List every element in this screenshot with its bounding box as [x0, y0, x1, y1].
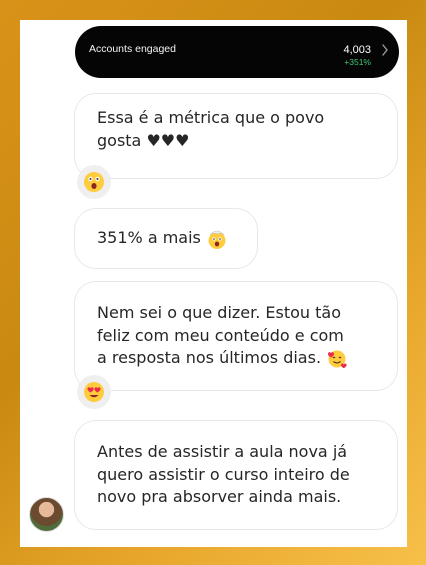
message-line: gosta ♥♥♥: [97, 130, 190, 150]
heart-eyes-face-icon: [84, 382, 104, 402]
stat-label: Accounts engaged: [89, 43, 176, 55]
shared-insights-card[interactable]: Accounts engaged 4,003 +351%: [75, 26, 399, 78]
message-line: 351% a mais: [97, 228, 201, 247]
avatar[interactable]: [29, 497, 64, 532]
message-line: a resposta nos últimos dias.: [97, 348, 322, 367]
stat-delta: +351%: [344, 57, 371, 67]
smiling-face-with-hearts-icon: [328, 350, 347, 368]
message-line: feliz com meu conteúdo e com: [97, 325, 344, 345]
message-line: Antes de assistir a aula nova já: [97, 442, 348, 461]
message-bubble[interactable]: Nem sei o que dizer. Estou tão feliz com…: [74, 281, 398, 391]
conversation-panel: Accounts engaged 4,003 +351% Essa é a mé…: [20, 20, 407, 547]
mind-blown-face-icon: [208, 230, 226, 249]
message-line: Nem sei o que dizer. Estou tão: [97, 303, 342, 322]
message-bubble[interactable]: Essa é a métrica que o povo gosta ♥♥♥: [74, 93, 398, 179]
message-line: quero assistir o curso inteiro de: [97, 464, 350, 484]
reaction-badge[interactable]: [77, 375, 111, 409]
message-bubble[interactable]: 351% a mais: [74, 208, 258, 269]
chevron-right-icon[interactable]: [381, 44, 389, 56]
message-bubble[interactable]: Antes de assistir a aula nova já quero a…: [74, 420, 398, 530]
reaction-badge[interactable]: [77, 165, 111, 199]
shocked-face-icon: [84, 172, 104, 192]
stat-value: 4,003: [343, 44, 371, 56]
message-line: Essa é a métrica que o povo: [97, 108, 325, 127]
message-line: novo pra absorver ainda mais.: [97, 487, 342, 506]
